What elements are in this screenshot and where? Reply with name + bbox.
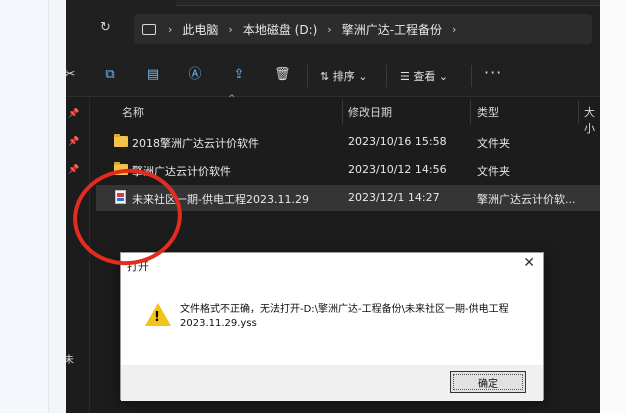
cut-icon[interactable]: ✂: [66, 67, 78, 83]
view-label: 查看: [413, 70, 436, 83]
sort-button[interactable]: ⇅ 排序 ⌄: [320, 68, 367, 84]
file-date: 2023/10/12 14:56: [348, 163, 447, 176]
toolbar-divider: [307, 65, 308, 87]
column-divider[interactable]: [470, 100, 471, 124]
file-type: 文件夹: [477, 137, 510, 150]
background-panel: [0, 0, 49, 413]
column-type[interactable]: 类型: [477, 104, 499, 120]
rename-icon[interactable]: Ⓐ: [187, 67, 203, 83]
column-date[interactable]: 修改日期: [348, 104, 392, 120]
dialog-body: ! 文件格式不正确，无法打开-D:\擎洲广达-工程备份\未来社区一期-供电工程2…: [121, 277, 543, 365]
monitor-icon: [142, 23, 156, 35]
screenshot: ↻ › 此电脑 › 本地磁盘 (D:) › 擎洲广达-工程备份 › ✂ ⧉ ▤ …: [0, 0, 626, 413]
column-header-row: ^ 名称 修改日期 类型 大小: [96, 94, 600, 135]
address-bar[interactable]: › 此电脑 › 本地磁盘 (D:) › 擎洲广达-工程备份 ›: [134, 14, 592, 44]
toolbar-divider: [386, 65, 387, 87]
chevron-right-icon: ›: [327, 22, 332, 36]
folder-icon: [114, 134, 128, 147]
view-button[interactable]: ☰ 查看 ⌄: [400, 68, 448, 84]
copy-icon[interactable]: ⧉: [102, 67, 118, 83]
refresh-icon[interactable]: ↻: [100, 20, 111, 35]
pin-icon: 📌: [68, 137, 80, 147]
address-row: ↻ › 此电脑 › 本地磁盘 (D:) › 擎洲广达-工程备份 ›: [66, 0, 600, 55]
breadcrumb-backup-folder[interactable]: 擎洲广达-工程备份: [342, 21, 442, 38]
close-icon[interactable]: ✕: [523, 255, 535, 271]
delete-icon[interactable]: 🗑: [274, 67, 291, 83]
file-row[interactable]: 擎洲广达云计价软件 2023/10/12 14:56 文件夹: [96, 157, 600, 183]
breadcrumb-drive-d[interactable]: 本地磁盘 (D:): [243, 21, 317, 38]
pin-icon: 📌: [68, 109, 80, 119]
file-type: 擎洲广达云计价软...: [477, 193, 576, 206]
file-date: 2023/10/16 15:58: [348, 135, 447, 148]
column-name[interactable]: 名称: [122, 104, 144, 120]
sort-up-icon: ^: [228, 94, 236, 104]
more-options-button[interactable]: ···: [484, 63, 502, 82]
nav-item-label[interactable]: 未: [66, 351, 74, 366]
file-date: 2023/12/1 14:27: [348, 191, 440, 204]
file-name: 擎洲广达云计价软件: [132, 165, 231, 178]
warning-icon-mark: !: [154, 310, 160, 325]
sort-label: 排序: [332, 70, 355, 83]
dialog-title-bar[interactable]: 打开 ✕: [121, 253, 543, 277]
column-divider[interactable]: [342, 100, 343, 124]
column-divider[interactable]: [578, 100, 579, 124]
breadcrumb-this-pc[interactable]: 此电脑: [182, 21, 218, 38]
chevron-right-icon: ›: [168, 22, 173, 36]
file-type: 文件夹: [477, 165, 510, 178]
background-panel: [600, 0, 626, 413]
navigation-pane: 📌 📌 📌 未: [66, 97, 90, 413]
pin-icon: 📌: [68, 165, 80, 175]
ok-button-label: 确定: [478, 378, 498, 390]
command-bar: ✂ ⧉ ▤ Ⓐ ⇪ 🗑 ⇅ 排序 ⌄ ☰ 查看 ⌄ ···: [66, 55, 600, 97]
chevron-right-icon: ›: [228, 22, 233, 36]
file-name: 2018擎洲广达云计价软件: [132, 137, 259, 150]
file-row[interactable]: 2018擎洲广达云计价软件 2023/10/16 15:58 文件夹: [96, 129, 600, 155]
error-dialog: 打开 ✕ ! 文件格式不正确，无法打开-D:\擎洲广达-工程备份\未来社区一期-…: [120, 252, 544, 401]
share-icon[interactable]: ⇪: [231, 67, 247, 83]
ok-button[interactable]: 确定: [450, 371, 526, 393]
paste-icon[interactable]: ▤: [145, 67, 161, 83]
toolbar-divider: [471, 65, 472, 87]
tab-strip: [176, 0, 600, 6]
error-message: 文件格式不正确，无法打开-D:\擎洲广达-工程备份\未来社区一期-供电工程202…: [180, 304, 509, 329]
chevron-right-icon[interactable]: ›: [452, 23, 456, 36]
dialog-footer: 确定: [121, 365, 543, 401]
